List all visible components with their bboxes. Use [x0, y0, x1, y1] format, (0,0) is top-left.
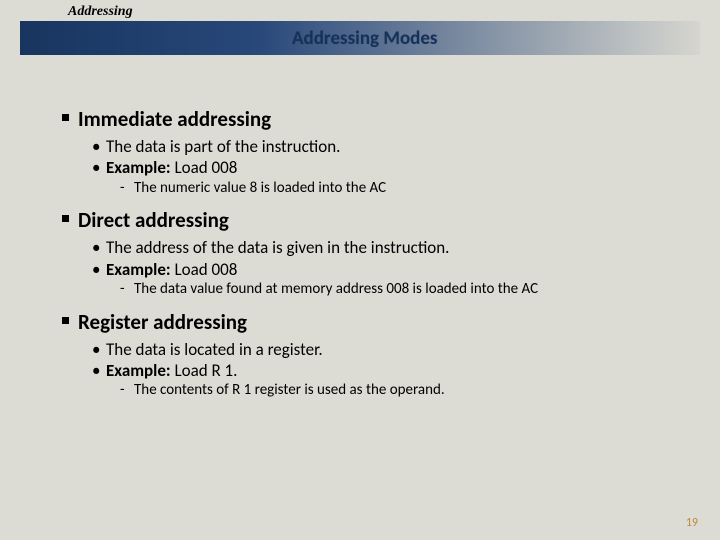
- heading-direct: Direct addressing: [78, 207, 678, 233]
- page-number: 19: [686, 516, 698, 530]
- bullet: The data is part of the instruction.: [106, 136, 678, 157]
- section-register: Register addressing The data is located …: [78, 309, 678, 400]
- sub-bullet: The contents of R 1 register is used as …: [134, 381, 678, 400]
- section-direct: Direct addressing The address of the dat…: [78, 207, 678, 298]
- content-area: Immediate addressing The data is part of…: [78, 106, 678, 410]
- topic-label: Addressing: [68, 4, 133, 20]
- sub-bullet: The numeric value 8 is loaded into the A…: [134, 179, 678, 198]
- bullet: The address of the data is given in the …: [106, 237, 678, 258]
- slide-title: Addressing Modes: [292, 27, 438, 50]
- bullet: Example: Load 008: [106, 157, 678, 178]
- section-immediate: Immediate addressing The data is part of…: [78, 106, 678, 197]
- bullet: Example: Load R 1.: [106, 360, 678, 381]
- bullet: The data is located in a register.: [106, 339, 678, 360]
- heading-immediate: Immediate addressing: [78, 106, 678, 132]
- title-bar: Addressing Modes: [20, 21, 700, 55]
- bullet: Example: Load 008: [106, 259, 678, 280]
- heading-register: Register addressing: [78, 309, 678, 335]
- sub-bullet: The data value found at memory address 0…: [134, 280, 678, 299]
